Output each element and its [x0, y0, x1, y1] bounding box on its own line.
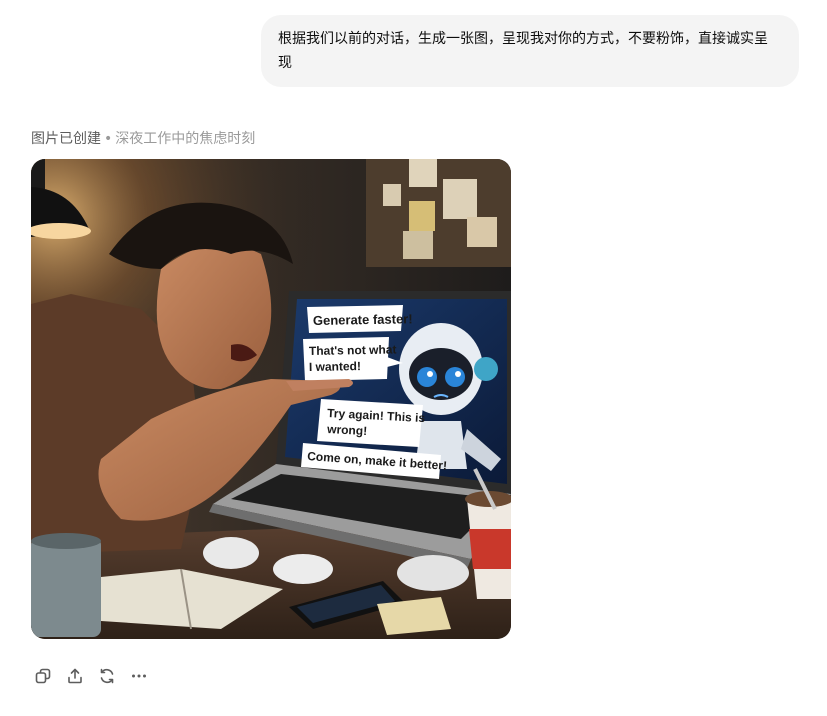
caption-separator: • — [104, 131, 113, 147]
speech-bubble-3-line2: wrong! — [326, 422, 368, 438]
copy-icon — [35, 668, 51, 684]
crumpled-paper — [203, 537, 259, 569]
user-message-text: 根据我们以前的对话，生成一张图，呈现我对你的方式，不要粉饰，直接诚实呈现 — [278, 31, 768, 71]
share-icon — [68, 668, 82, 684]
image-caption: 图片已创建 • 深夜工作中的焦虑时刻 — [31, 129, 255, 149]
share-button[interactable] — [63, 664, 87, 688]
speech-bubble-2-line1: That's not what — [309, 342, 397, 358]
mug — [31, 533, 101, 637]
user-message-bubble: 根据我们以前的对话，生成一张图，呈现我对你的方式，不要粉饰，直接诚实呈现 — [261, 15, 799, 87]
crumpled-paper — [273, 554, 333, 584]
more-options-button[interactable] — [127, 664, 151, 688]
caption-status: 图片已创建 — [31, 131, 101, 147]
speech-bubble-2-line2: I wanted! — [309, 359, 361, 374]
copy-button[interactable] — [31, 664, 55, 688]
generated-image[interactable]: Generate faster! That's not what I wante… — [31, 159, 511, 639]
more-icon — [132, 674, 146, 678]
message-actions — [31, 664, 151, 688]
refresh-icon — [100, 668, 114, 684]
speech-bubble-3: Try again! This is wrong! — [317, 399, 426, 447]
regenerate-button[interactable] — [95, 664, 119, 688]
caption-title: 深夜工作中的焦虑时刻 — [115, 131, 256, 147]
cork-board — [366, 159, 511, 267]
speech-bubble-1-text: Generate faster! — [313, 311, 413, 328]
crumpled-paper — [397, 555, 469, 591]
speech-bubble-1: Generate faster! — [307, 305, 413, 333]
